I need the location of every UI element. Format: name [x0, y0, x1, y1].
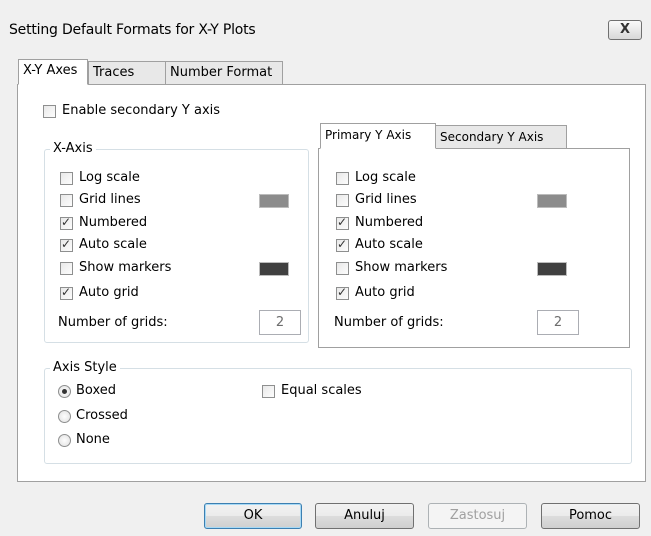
y-grid-color-swatch[interactable]: [537, 194, 567, 208]
y-number-of-grids-input[interactable]: 2: [537, 310, 579, 335]
equal-scales-label: Equal scales: [281, 383, 362, 398]
x-log-scale-label: Log scale: [79, 170, 140, 185]
x-grid-color-swatch[interactable]: [259, 194, 289, 208]
apply-button[interactable]: Zastosuj: [428, 503, 527, 529]
tab-traces[interactable]: Traces: [88, 61, 166, 85]
cancel-button[interactable]: Anuluj: [315, 503, 414, 529]
y-auto-scale-checkbox[interactable]: [336, 237, 349, 252]
tab-secondary-y-axis[interactable]: Secondary Y Axis: [435, 125, 567, 149]
equal-scales-checkbox[interactable]: [262, 385, 275, 398]
y-marker-color-swatch[interactable]: [537, 262, 567, 276]
window-title: Setting Default Formats for X-Y Plots: [9, 22, 256, 38]
y-log-scale-checkbox[interactable]: [336, 172, 349, 185]
x-auto-grid-checkbox[interactable]: [60, 285, 73, 300]
x-numbered-label: Numbered: [79, 215, 148, 230]
boxed-radio[interactable]: [58, 385, 71, 398]
x-auto-scale-label: Auto scale: [79, 237, 147, 252]
x-auto-grid-label: Auto grid: [79, 285, 139, 300]
help-button[interactable]: Pomoc: [541, 503, 640, 529]
boxed-label: Boxed: [76, 383, 117, 398]
crossed-label: Crossed: [76, 408, 128, 423]
x-show-markers-checkbox[interactable]: [60, 262, 73, 275]
x-number-of-grids-input[interactable]: 2: [259, 310, 301, 335]
y-show-markers-label: Show markers: [355, 260, 448, 275]
x-grid-lines-checkbox[interactable]: [60, 194, 73, 207]
enable-secondary-y-checkbox[interactable]: [43, 105, 56, 118]
y-show-markers-checkbox[interactable]: [336, 262, 349, 275]
close-button[interactable]: X: [608, 20, 642, 40]
y-log-scale-label: Log scale: [355, 170, 416, 185]
x-log-scale-checkbox[interactable]: [60, 172, 73, 185]
close-icon: X: [619, 22, 631, 37]
x-axis-group-title: X-Axis: [50, 141, 96, 157]
none-radio[interactable]: [58, 434, 71, 447]
x-auto-scale-checkbox[interactable]: [60, 237, 73, 252]
y-auto-grid-checkbox[interactable]: [336, 285, 349, 300]
x-marker-color-swatch[interactable]: [259, 262, 289, 276]
tab-number-format[interactable]: Number Format: [165, 61, 283, 85]
none-label: None: [76, 432, 110, 447]
y-auto-grid-label: Auto grid: [355, 285, 415, 300]
y-auto-scale-label: Auto scale: [355, 237, 423, 252]
x-number-of-grids-label: Number of grids:: [58, 315, 168, 330]
x-show-markers-label: Show markers: [79, 260, 172, 275]
tab-xy-axes[interactable]: X-Y Axes: [18, 59, 88, 85]
y-number-of-grids-label: Number of grids:: [334, 315, 444, 330]
ok-button[interactable]: OK: [204, 503, 302, 529]
tab-primary-y-axis[interactable]: Primary Y Axis: [320, 123, 436, 149]
y-grid-lines-checkbox[interactable]: [336, 194, 349, 207]
crossed-radio[interactable]: [58, 410, 71, 423]
x-numbered-checkbox[interactable]: [60, 215, 73, 230]
axis-style-group-title: Axis Style: [50, 360, 120, 376]
x-grid-lines-label: Grid lines: [79, 192, 141, 207]
y-numbered-checkbox[interactable]: [336, 215, 349, 230]
y-grid-lines-label: Grid lines: [355, 192, 417, 207]
y-numbered-label: Numbered: [355, 215, 424, 230]
enable-secondary-y-label: Enable secondary Y axis: [62, 103, 221, 118]
